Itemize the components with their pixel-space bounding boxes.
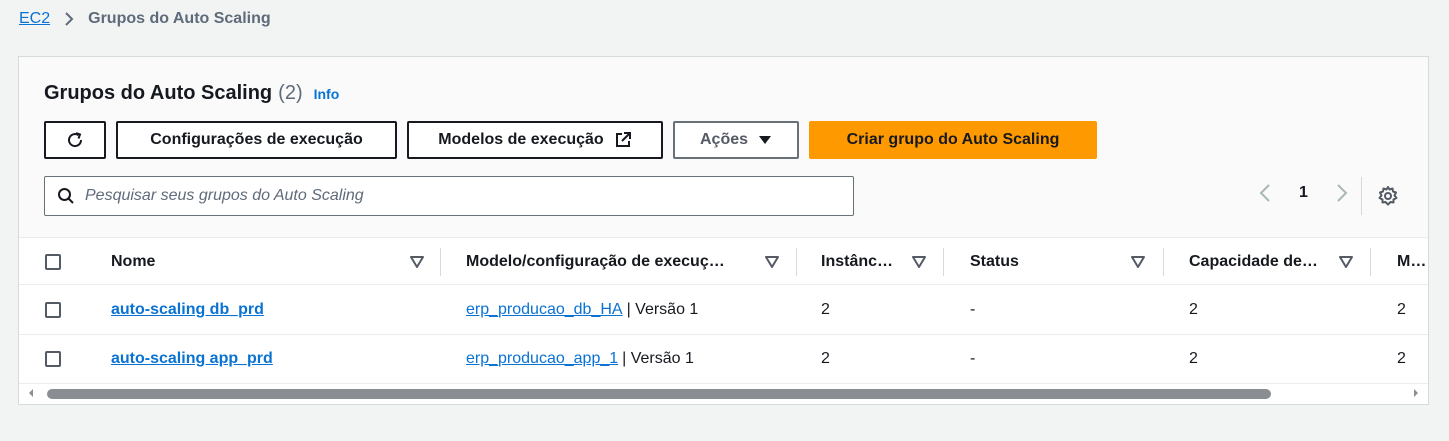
capacity-cell: 2 — [1189, 350, 1198, 367]
sort-icon[interactable] — [1339, 238, 1353, 286]
column-divider[interactable] — [440, 248, 441, 276]
scrollbar-thumb[interactable] — [47, 389, 1271, 399]
template-version: | Versão 1 — [626, 301, 699, 318]
table-header: Nome Modelo/configuração de execuç… Inst… — [19, 237, 1428, 286]
column-header-capacity[interactable]: Capacidade de… — [1189, 238, 1318, 286]
template-cell: erp_producao_db_HA | Versão 1 — [466, 286, 698, 334]
launch-templates-button[interactable]: Modelos de execução — [407, 121, 663, 159]
column-divider[interactable] — [1163, 248, 1164, 276]
select-all-checkbox[interactable] — [45, 254, 61, 270]
more-cell: 2 — [1397, 350, 1406, 367]
pager-divider — [1361, 177, 1362, 215]
column-header-instances[interactable]: Instânc… — [821, 238, 893, 286]
launch-configurations-button[interactable]: Configurações de execução — [116, 121, 397, 159]
instances-cell: 2 — [821, 350, 830, 367]
actions-dropdown[interactable]: Ações — [673, 121, 799, 159]
name-cell: auto-scaling db_prd — [111, 286, 264, 334]
table-row[interactable]: auto-scaling db_prd erp_producao_db_HA |… — [19, 286, 1428, 335]
column-divider[interactable] — [943, 248, 944, 276]
launch-templates-label: Modelos de execução — [438, 131, 604, 148]
template-link[interactable]: erp_producao_db_HA — [466, 301, 623, 319]
column-instances-label: Instânc… — [821, 253, 894, 270]
launch-configurations-label: Configurações de execução — [150, 131, 363, 148]
template-link[interactable]: erp_producao_app_1 — [466, 350, 618, 368]
column-status-label: Status — [970, 253, 1019, 270]
group-count: (2) — [278, 82, 303, 104]
page-title: Grupos do Auto Scaling (2) Info — [44, 82, 339, 105]
table-row[interactable]: auto-scaling app_prd erp_producao_app_1 … — [19, 335, 1428, 384]
column-template-label: Modelo/configuração de execuç… — [466, 253, 725, 270]
name-cell: auto-scaling app_prd — [111, 335, 273, 383]
breadcrumb: EC2 Grupos do Auto Scaling — [19, 10, 271, 28]
title-text: Grupos do Auto Scaling — [44, 82, 273, 104]
column-more-label: M… — [1397, 253, 1427, 270]
sort-icon[interactable] — [410, 238, 424, 286]
instances-cell: 2 — [821, 301, 830, 318]
pagination: 1 — [1259, 183, 1348, 203]
column-header-name[interactable]: Nome — [111, 238, 155, 286]
template-version: | Versão 1 — [622, 350, 694, 367]
search-icon — [57, 187, 75, 205]
row-checkbox[interactable] — [45, 302, 61, 318]
scroll-left-icon[interactable] — [27, 388, 35, 398]
scroll-right-icon[interactable] — [1412, 388, 1420, 398]
actions-label: Ações — [699, 131, 749, 148]
previous-page-icon[interactable] — [1259, 183, 1271, 203]
more-cell: 2 — [1397, 301, 1406, 318]
status-cell: - — [970, 301, 976, 318]
status-cell: - — [970, 350, 976, 367]
column-header-status[interactable]: Status — [970, 238, 1019, 286]
breadcrumb-current: Grupos do Auto Scaling — [88, 10, 271, 27]
row-checkbox[interactable] — [45, 351, 61, 367]
column-header-more[interactable]: M… — [1397, 238, 1426, 286]
template-cell: erp_producao_app_1 | Versão 1 — [466, 335, 694, 383]
group-name-link[interactable]: auto-scaling app_prd — [111, 350, 273, 368]
auto-scaling-groups-panel: Grupos do Auto Scaling (2) Info Configur… — [18, 56, 1429, 405]
info-link[interactable]: Info — [314, 86, 340, 102]
column-divider[interactable] — [1370, 248, 1371, 276]
create-auto-scaling-group-button[interactable]: Criar grupo do Auto Scaling — [809, 121, 1097, 159]
create-label: Criar grupo do Auto Scaling — [846, 131, 1060, 148]
column-header-template[interactable]: Modelo/configuração de execuç… — [466, 238, 725, 286]
sort-icon[interactable] — [912, 238, 926, 286]
search-input[interactable] — [85, 187, 785, 205]
sort-icon[interactable] — [765, 238, 779, 286]
external-link-icon — [614, 131, 632, 149]
horizontal-scrollbar[interactable] — [19, 384, 1428, 404]
column-divider[interactable] — [796, 248, 797, 276]
capacity-cell: 2 — [1189, 301, 1198, 318]
column-name-label: Nome — [111, 253, 156, 270]
caret-down-icon — [758, 135, 772, 145]
chevron-right-icon — [64, 11, 74, 27]
current-page[interactable]: 1 — [1299, 184, 1308, 202]
next-page-icon[interactable] — [1336, 183, 1348, 203]
column-capacity-label: Capacidade de… — [1189, 253, 1318, 270]
refresh-button[interactable] — [44, 121, 106, 159]
group-name-link[interactable]: auto-scaling db_prd — [111, 301, 264, 319]
gear-icon[interactable] — [1377, 185, 1399, 207]
sort-icon[interactable] — [1131, 238, 1145, 286]
search-field[interactable] — [44, 176, 854, 216]
breadcrumb-ec2-link[interactable]: EC2 — [19, 10, 50, 28]
refresh-icon — [65, 130, 85, 150]
